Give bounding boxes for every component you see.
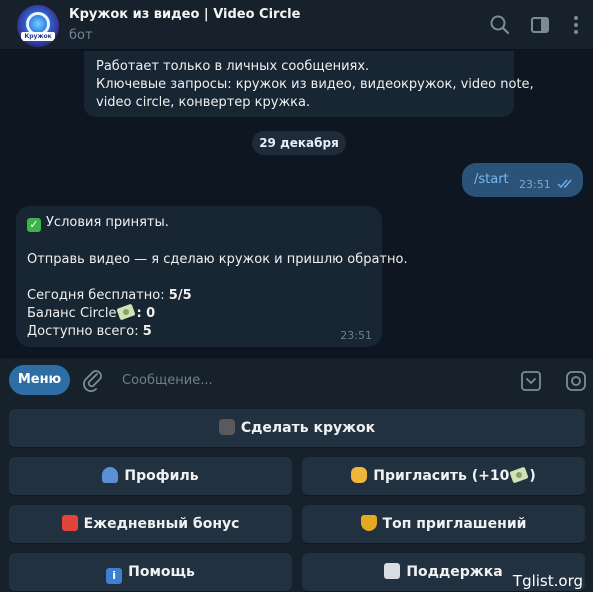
check-mark-icon: ✓ bbox=[27, 218, 41, 232]
balance-value: : 0 bbox=[136, 306, 156, 321]
bot-reply-keyboard: Сделать кружок Профиль Пригласить (+10) … bbox=[0, 401, 593, 592]
chat-title[interactable]: Кружок из видео | Video Circle bbox=[69, 7, 300, 22]
search-icon[interactable] bbox=[489, 14, 511, 36]
start-command-link[interactable]: /start bbox=[474, 172, 509, 187]
double-check-icon bbox=[557, 179, 572, 189]
help-label: Помощь bbox=[128, 564, 195, 580]
chat-header: Кружок из видео Кружок из видео | Video … bbox=[0, 0, 593, 50]
profile-button[interactable]: Профиль bbox=[9, 457, 292, 495]
gift-icon bbox=[61, 515, 78, 531]
outgoing-message-bubble: /start 23:51 bbox=[462, 163, 583, 197]
menu-button[interactable]: Меню bbox=[9, 365, 70, 395]
make-circle-label: Сделать кружок bbox=[240, 420, 376, 436]
make-circle-button[interactable]: Сделать кружок bbox=[9, 409, 585, 447]
invite-button[interactable]: Пригласить (+10) bbox=[302, 457, 585, 495]
total-available-label: Доступно всего: bbox=[27, 324, 143, 339]
message-composer: Меню bbox=[0, 357, 593, 402]
daily-bonus-button[interactable]: Ежедневный бонус bbox=[9, 505, 292, 543]
total-available-value: 5 bbox=[142, 324, 152, 339]
message-time: 23:51 bbox=[340, 329, 372, 342]
money-icon bbox=[116, 303, 137, 321]
trophy-icon bbox=[360, 515, 377, 531]
video-message-icon[interactable] bbox=[565, 370, 587, 392]
message-line: Отправь видео — я сделаю кружок и пришлю… bbox=[27, 252, 408, 267]
profile-label: Профиль bbox=[124, 468, 199, 484]
balance-label: Баланс Circle bbox=[27, 306, 117, 321]
video-camera-icon bbox=[218, 419, 235, 435]
incoming-message-bubble: ✓ Условия приняты. Отправь видео — я сдел… bbox=[16, 206, 408, 347]
bot-avatar[interactable]: Кружок из видео bbox=[17, 5, 59, 47]
message-list[interactable]: Работает только в личных сообщениях. Клю… bbox=[0, 51, 593, 355]
top-invites-button[interactable]: Топ приглашений bbox=[302, 505, 585, 543]
message-line: Ключевые запросы: кружок из видео, видео… bbox=[96, 77, 534, 92]
help-button[interactable]: i Помощь bbox=[9, 553, 292, 591]
message-input[interactable] bbox=[120, 364, 504, 396]
date-separator: 29 декабря bbox=[252, 131, 346, 155]
message-time: 23:51 bbox=[519, 178, 551, 191]
message-line: Баланс Circle : 0 bbox=[27, 303, 156, 321]
previous-message-bubble: Работает только в личных сообщениях. Клю… bbox=[84, 51, 534, 117]
message-line: ✓ Условия приняты. bbox=[27, 215, 169, 232]
message-line: Доступно всего: 5 bbox=[27, 324, 152, 339]
message-line: Работает только в личных сообщениях. bbox=[96, 59, 370, 74]
user-icon bbox=[102, 467, 119, 483]
avatar-logo-text: Кружок из видео bbox=[21, 32, 55, 47]
attach-icon[interactable] bbox=[82, 368, 104, 392]
message-line: Сегодня бесплатно: 5/5 bbox=[27, 288, 192, 303]
bot-keyboard-toggle-icon[interactable] bbox=[520, 370, 542, 392]
top-invites-label: Топ приглашений bbox=[382, 516, 527, 532]
more-vert-icon[interactable] bbox=[565, 14, 587, 36]
sidebar-toggle-icon[interactable] bbox=[529, 14, 551, 36]
watermark: Tglist.org bbox=[512, 572, 583, 590]
info-icon: i bbox=[106, 568, 123, 584]
support-label: Поддержка bbox=[406, 564, 503, 580]
money-icon bbox=[509, 466, 529, 484]
invite-label: Пригласить (+10 bbox=[373, 468, 510, 484]
chat-subtitle: бот bbox=[69, 28, 93, 43]
message-line: video circle, конвертер кружка. bbox=[96, 95, 311, 110]
daily-bonus-label: Ежедневный бонус bbox=[83, 516, 240, 532]
invite-label-suffix: ) bbox=[529, 468, 536, 484]
handshake-icon bbox=[351, 467, 368, 483]
free-today-label: Сегодня бесплатно: bbox=[27, 288, 169, 303]
conditions-accepted-text: Условия приняты. bbox=[46, 215, 169, 230]
mailbox-icon bbox=[384, 563, 401, 579]
free-today-value: 5/5 bbox=[168, 288, 192, 303]
